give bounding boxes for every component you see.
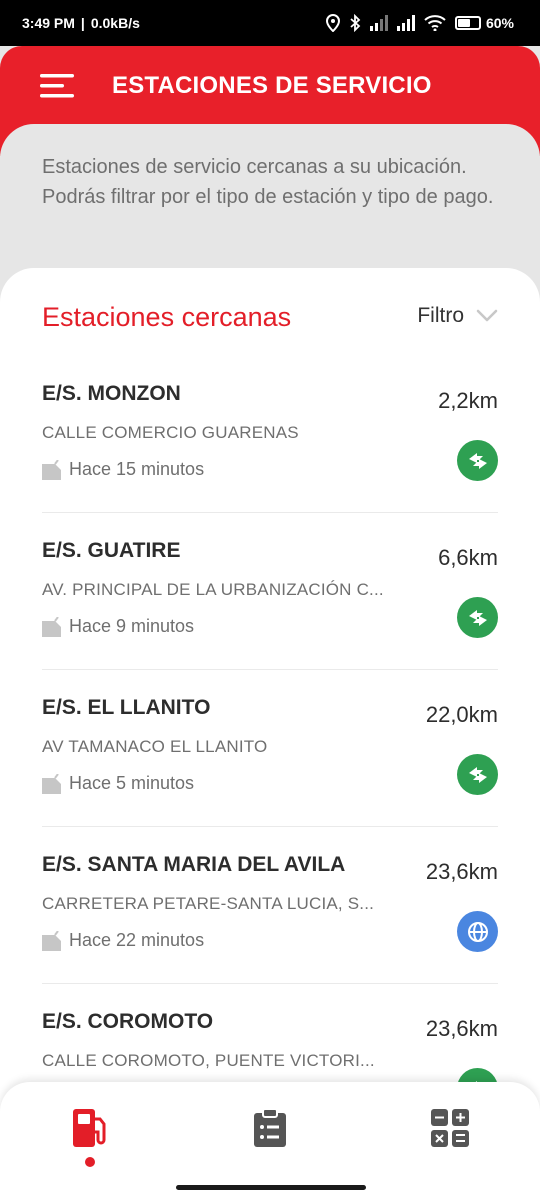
station-name: E/S. MONZON [42,382,181,405]
home-indicator [176,1185,366,1190]
station-address: CALLE COMERCIO GUARENAS [42,423,299,442]
wifi-icon [424,15,446,31]
station-updated: Hace 5 minutos [42,773,194,794]
signal-icon-1 [369,15,388,31]
hamburger-menu-icon [40,74,74,98]
fuel-tag-icon [42,459,61,480]
station-list: E/S. MONZON 2,2km CALLE COMERCIO GUARENA… [0,356,540,1141]
station-name: E/S. GUATIRE [42,539,181,562]
station-updated: Hace 22 minutos [42,930,204,951]
station-distance: 2,2km [438,388,498,413]
transfer-icon [457,754,498,795]
nav-calculator-button[interactable] [428,1104,472,1152]
battery-indicator: 60% [454,15,514,31]
page-title: ESTACIONES DE SERVICIO [112,72,432,99]
station-updated: Hace 15 minutos [42,459,204,480]
battery-fill [457,19,470,27]
status-time: 3:49 PM [22,15,75,31]
filter-dropdown[interactable]: Filtro [417,304,498,328]
nav-reports-button[interactable] [248,1104,292,1152]
bluetooth-icon [350,14,361,32]
location-icon [325,14,340,32]
station-updated-text: Hace 9 minutos [69,616,195,636]
active-indicator-dot [85,1157,95,1167]
status-separator: | [80,15,85,31]
station-address: AV TAMANACO EL LLANITO [42,737,268,756]
status-bar: 3:49 PM | 0.0kB/s 60% [0,0,540,46]
station-item[interactable]: E/S. MONZON 2,2km CALLE COMERCIO GUARENA… [42,356,498,513]
station-distance: 6,6km [438,545,498,570]
transfer-icon [457,440,498,481]
fuel-tag-icon [42,616,61,637]
clipboard-list-icon [254,1108,286,1147]
station-name: E/S. COROMOTO [42,1010,214,1033]
station-item[interactable]: E/S. GUATIRE 6,6km AV. PRINCIPAL DE LA U… [42,513,498,670]
calculator-icon [431,1109,469,1147]
status-left: 3:49 PM | 0.0kB/s [22,15,140,31]
station-updated-text: Hace 15 minutos [69,459,205,479]
battery-icon [454,16,481,30]
station-address: CALLE COROMOTO, PUENTE VICTORI... [42,1051,375,1070]
station-updated: Hace 9 minutos [42,616,194,637]
station-name: E/S. SANTA MARIA DEL AVILA [42,853,346,876]
fuel-pump-icon [73,1109,106,1147]
battery-percent: 60% [485,15,514,31]
globe-icon [457,911,498,952]
status-network-speed: 0.0kB/s [90,15,140,31]
transfer-icon [457,597,498,638]
station-distance: 23,6km [425,859,498,884]
station-updated-text: Hace 22 minutos [69,930,205,950]
nav-stations-button[interactable] [68,1104,112,1152]
station-name: E/S. EL LLANITO [42,696,211,719]
chevron-down-icon [476,309,498,322]
stations-card: Estaciones cercanas Filtro E/S. MONZON 2… [0,268,540,1200]
status-right: 60% [325,14,514,32]
section-title: Estaciones cercanas [42,302,292,332]
bottom-navigation [0,1082,540,1200]
fuel-tag-icon [42,930,61,951]
station-item[interactable]: E/S. EL LLANITO 22,0km AV TAMANACO EL LL… [42,670,498,827]
station-address: CARRETERA PETARE-SANTA LUCIA, S... [42,894,375,913]
station-address: AV. PRINCIPAL DE LA URBANIZACIÓN C... [42,580,384,599]
filter-label: Filtro [417,304,464,327]
station-distance: 23,6km [425,1016,498,1041]
fuel-tag-icon [42,773,61,794]
station-updated-text: Hace 5 minutos [69,773,195,793]
signal-icon-2 [396,15,415,31]
intro-description: Estaciones de servicio cercanas a su ubi… [42,156,494,208]
station-item[interactable]: E/S. SANTA MARIA DEL AVILA 23,6km CARRET… [42,827,498,984]
station-distance: 22,0km [425,702,498,727]
menu-button[interactable] [40,72,76,100]
